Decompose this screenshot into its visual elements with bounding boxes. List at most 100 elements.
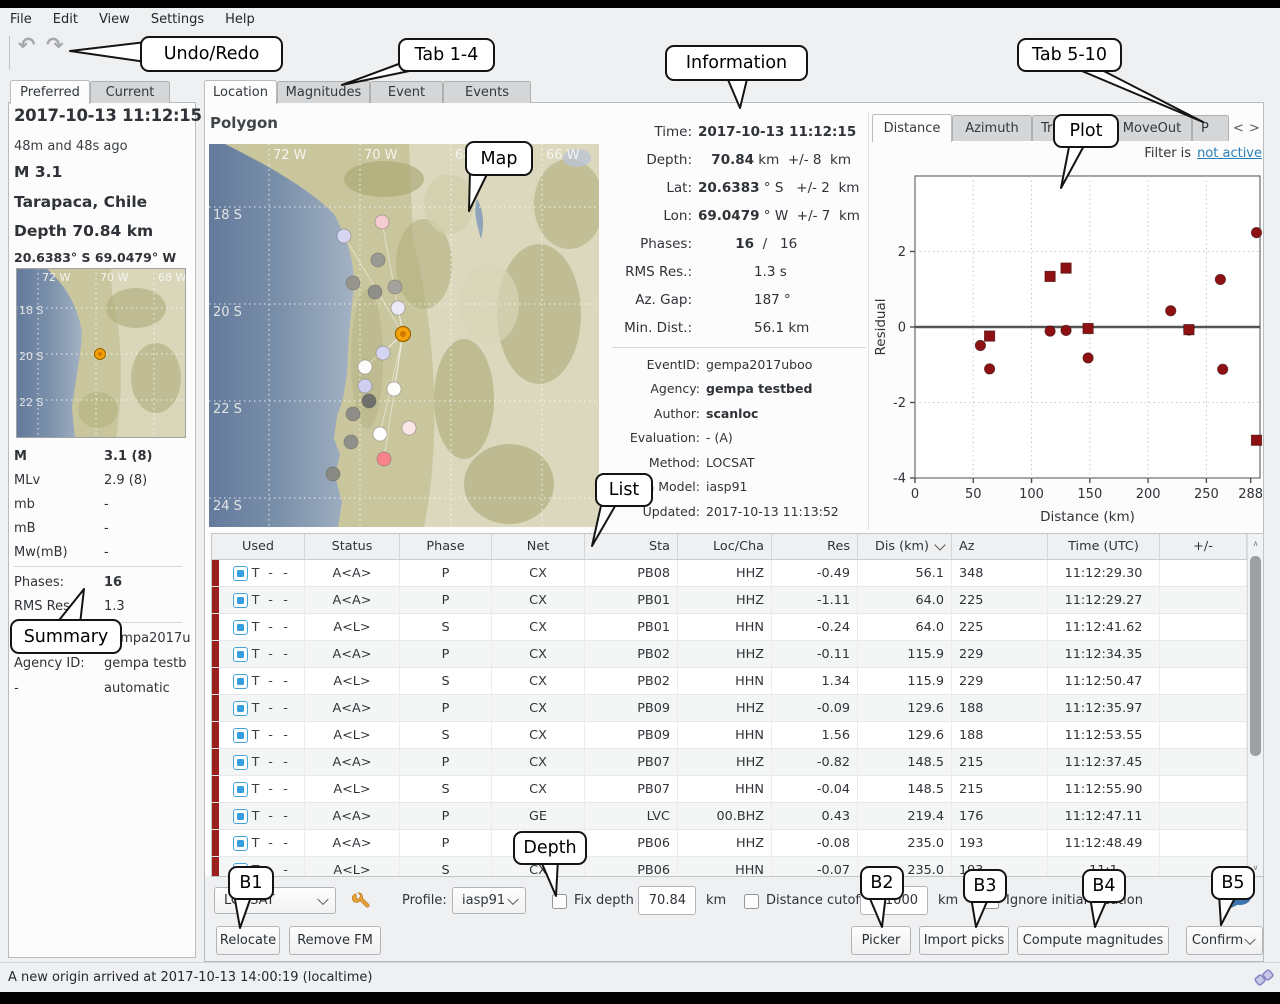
station-marker[interactable] bbox=[337, 229, 351, 243]
column-header-az[interactable]: Az bbox=[952, 534, 1048, 559]
column-header-[interactable]: +/- bbox=[1160, 534, 1247, 559]
table-row[interactable]: T--A<A>PCXPB01HHZ-1.1164.022511:12:29.27 bbox=[212, 587, 1263, 614]
used-checkbox[interactable] bbox=[233, 593, 248, 608]
fix-depth-checkbox[interactable] bbox=[552, 894, 567, 909]
remove-fm-button[interactable]: Remove FM bbox=[289, 926, 381, 955]
station-marker[interactable] bbox=[402, 421, 416, 435]
station-marker[interactable] bbox=[371, 253, 385, 267]
location-map[interactable]: 72 W70 W68 W66 W18 S20 S22 S24 S bbox=[209, 144, 599, 527]
undo-icon[interactable]: ↶ bbox=[18, 33, 36, 57]
depth-input[interactable]: 70.84 bbox=[638, 886, 696, 915]
used-checkbox[interactable] bbox=[233, 755, 248, 770]
station-marker[interactable] bbox=[391, 301, 405, 315]
station-marker[interactable] bbox=[375, 215, 389, 229]
station-marker[interactable] bbox=[368, 285, 382, 299]
column-header-sta[interactable]: Sta bbox=[585, 534, 678, 559]
menu-item-help[interactable]: Help bbox=[225, 12, 255, 27]
used-checkbox[interactable] bbox=[233, 701, 248, 716]
station-marker[interactable] bbox=[387, 382, 401, 396]
column-header-status[interactable]: Status bbox=[305, 534, 400, 559]
cell-pm bbox=[1160, 587, 1247, 613]
column-header-dis-km[interactable]: Dis (km) bbox=[858, 534, 952, 559]
relocate-button[interactable]: Relocate bbox=[216, 926, 280, 955]
chevron-down-icon bbox=[1244, 933, 1255, 944]
used-checkbox[interactable] bbox=[233, 836, 248, 851]
cell-pm bbox=[1160, 641, 1247, 667]
station-marker[interactable] bbox=[346, 276, 360, 290]
import-picks-button[interactable]: Import picks bbox=[919, 926, 1009, 955]
used-checkbox[interactable] bbox=[233, 809, 248, 824]
tab-magnitudes[interactable]: Magnitudes bbox=[277, 81, 370, 103]
pick-color-bar bbox=[212, 857, 219, 877]
station-marker[interactable] bbox=[358, 360, 372, 374]
tab-preferred[interactable]: Preferred bbox=[10, 80, 90, 104]
column-header-net[interactable]: Net bbox=[492, 534, 585, 559]
menu-item-file[interactable]: File bbox=[10, 12, 32, 27]
plot-tab-azimuth[interactable]: Azimuth bbox=[952, 115, 1032, 141]
compute-magnitudes-button[interactable]: Compute magnitudes bbox=[1017, 926, 1169, 955]
station-marker[interactable] bbox=[376, 346, 390, 360]
table-row[interactable]: T--A<A>PCXPB02HHZ-0.11115.922911:12:34.3… bbox=[212, 641, 1263, 668]
used-checkbox[interactable] bbox=[233, 674, 248, 689]
table-row[interactable]: T--A<L>SCXPB07HHN-0.04148.521511:12:55.9… bbox=[212, 776, 1263, 803]
cell-res: 1.34 bbox=[772, 668, 858, 694]
column-header-loc-cha[interactable]: Loc/Cha bbox=[678, 534, 772, 559]
detail-value: LOCSAT bbox=[706, 455, 754, 470]
profile-select[interactable]: iasp91 bbox=[452, 887, 526, 914]
tab-location[interactable]: Location bbox=[204, 80, 277, 104]
table-row[interactable]: T--A<A>PCXPB08HHZ-0.4956.134811:12:29.30 bbox=[212, 560, 1263, 587]
table-row[interactable]: T--A<L>SCXPB09HHN1.56129.618811:12:53.55 bbox=[212, 722, 1263, 749]
used-cell: T-- bbox=[212, 803, 305, 829]
menu-item-edit[interactable]: Edit bbox=[53, 12, 78, 27]
cell-res: -0.07 bbox=[772, 857, 858, 877]
summary-mini-map[interactable]: 72 W70 W68 W18 S20 S22 S bbox=[16, 268, 186, 438]
used-flag: - bbox=[278, 701, 293, 716]
table-row[interactable]: T--A<A>PCXPB09HHZ-0.09129.618811:12:35.9… bbox=[212, 695, 1263, 722]
table-row[interactable]: T--A<A>PCXPB07HHZ-0.82148.521511:12:37.4… bbox=[212, 749, 1263, 776]
redo-icon[interactable]: ↷ bbox=[46, 33, 64, 57]
used-checkbox[interactable] bbox=[233, 782, 248, 797]
table-row[interactable]: T--A<A>PGELVC00.BHZ0.43219.417611:12:47.… bbox=[212, 803, 1263, 830]
station-marker[interactable] bbox=[344, 435, 358, 449]
tab-events[interactable]: Events bbox=[443, 81, 531, 103]
used-checkbox[interactable] bbox=[233, 620, 248, 635]
distance-cutoff-checkbox[interactable] bbox=[744, 894, 759, 909]
picker-button[interactable]: Picker bbox=[851, 926, 911, 955]
column-header-res[interactable]: Res bbox=[772, 534, 858, 559]
tab-event[interactable]: Event bbox=[370, 81, 443, 103]
used-checkbox[interactable] bbox=[233, 566, 248, 581]
table-row[interactable]: T--A<A>PCXPB06HHZ-0.08235.019311:12:48.4… bbox=[212, 830, 1263, 857]
tabbar-scroll-left-icon[interactable]: < bbox=[1231, 117, 1246, 139]
locator-settings-button[interactable] bbox=[350, 890, 372, 912]
station-marker[interactable] bbox=[377, 452, 391, 466]
table-scrollbar[interactable]: ∧ ∨ bbox=[1247, 534, 1263, 876]
cell-net: CX bbox=[492, 695, 585, 721]
station-marker[interactable] bbox=[326, 467, 340, 481]
station-marker[interactable] bbox=[373, 427, 387, 441]
used-checkbox[interactable] bbox=[233, 647, 248, 662]
menu-item-settings[interactable]: Settings bbox=[151, 12, 204, 27]
column-header-time-utc[interactable]: Time (UTC) bbox=[1048, 534, 1160, 559]
plot-tab-distance[interactable]: Distance bbox=[872, 114, 952, 142]
station-marker[interactable] bbox=[358, 379, 372, 393]
scrollbar-thumb[interactable] bbox=[1250, 556, 1261, 756]
menu-item-view[interactable]: View bbox=[99, 12, 130, 27]
station-marker[interactable] bbox=[346, 407, 360, 421]
station-marker[interactable] bbox=[362, 394, 376, 408]
residual-distance-plot[interactable]: 050100150200250288-4-202Distance (km)Res… bbox=[872, 168, 1264, 530]
table-row[interactable]: T--A<L>SCXPB02HHN1.34115.922911:12:50.47 bbox=[212, 668, 1263, 695]
confirm-button[interactable]: Confirm bbox=[1186, 926, 1263, 955]
plot-tab-moveout[interactable]: MoveOut bbox=[1112, 115, 1192, 141]
column-header-used[interactable]: Used bbox=[212, 534, 305, 559]
column-header-phase[interactable]: Phase bbox=[400, 534, 492, 559]
tabbar-scroll-right-icon[interactable]: > bbox=[1247, 117, 1262, 139]
table-row[interactable]: T--A<L>SCXPB01HHN-0.2464.022511:12:41.62 bbox=[212, 614, 1263, 641]
tab-current[interactable]: Current bbox=[90, 81, 170, 103]
used-checkbox[interactable] bbox=[233, 728, 248, 743]
scroll-up-icon[interactable]: ∧ bbox=[1248, 535, 1263, 551]
origin-information: Time:2017-10-13 11:12:15Depth:70.84 km +… bbox=[608, 118, 866, 342]
pick-color-bar bbox=[212, 641, 219, 667]
plot-tab-p[interactable]: P bbox=[1192, 115, 1229, 141]
station-marker[interactable] bbox=[388, 280, 402, 294]
filter-toggle-link[interactable]: not active bbox=[1197, 146, 1262, 161]
